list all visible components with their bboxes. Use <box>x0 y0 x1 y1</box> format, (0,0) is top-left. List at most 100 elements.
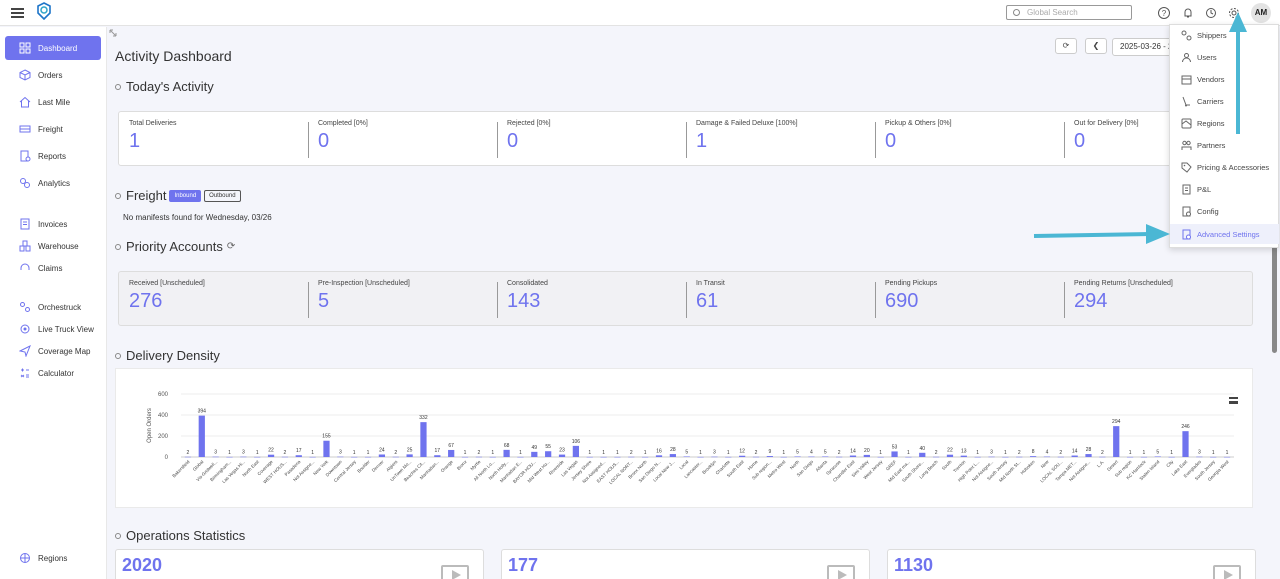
menu-item-vendors[interactable]: Vendors <box>1170 69 1279 89</box>
chart-bar[interactable] <box>545 451 552 457</box>
sidebar-item-regions[interactable]: Regions <box>5 546 101 570</box>
chart-bar[interactable] <box>1029 456 1037 457</box>
chart-bar[interactable] <box>572 445 579 457</box>
chart-bar[interactable] <box>1099 456 1106 458</box>
chart-bar[interactable] <box>669 454 676 457</box>
help-icon[interactable]: ? <box>1158 7 1170 19</box>
sidebar-item-orchestruck[interactable]: Orchestruck <box>5 295 101 319</box>
chart-bar[interactable] <box>406 454 413 457</box>
chart-bar[interactable] <box>184 456 192 458</box>
chart-bar[interactable] <box>766 456 773 457</box>
chart-bar[interactable] <box>240 456 247 458</box>
chart-bar[interactable] <box>1085 454 1092 457</box>
global-search-input[interactable]: Global Search <box>1006 5 1132 20</box>
chart-bar[interactable] <box>988 456 995 458</box>
chart-bar[interactable] <box>642 456 649 458</box>
chart-bar[interactable] <box>1154 456 1161 457</box>
chart-bar[interactable] <box>946 454 954 457</box>
chart-bar[interactable] <box>1182 431 1189 457</box>
chart-bar[interactable] <box>849 455 857 457</box>
chart-bar[interactable] <box>697 456 704 458</box>
chart-bar[interactable] <box>226 456 233 458</box>
scrollbar-thumb[interactable] <box>1272 245 1277 353</box>
chart-bar[interactable] <box>863 454 870 457</box>
chart-bar[interactable] <box>503 449 510 457</box>
chart-bar[interactable] <box>891 451 898 457</box>
previous-date-button[interactable]: ❮ <box>1085 38 1107 54</box>
chart-bar[interactable] <box>683 456 690 457</box>
chart-bar[interactable] <box>1223 456 1231 458</box>
chart-bar[interactable] <box>932 456 940 458</box>
user-avatar[interactable]: AM <box>1251 3 1271 23</box>
chart-bar[interactable] <box>600 456 607 458</box>
menu-item-regions[interactable]: Regions <box>1170 113 1279 133</box>
chart-bar[interactable] <box>1210 456 1217 458</box>
chart-bar[interactable] <box>614 456 621 458</box>
sidebar-item-freight[interactable]: Freight <box>5 117 101 141</box>
chart-bar[interactable] <box>1140 456 1148 458</box>
sidebar-item-warehouse[interactable]: Warehouse <box>5 234 101 258</box>
chart-bar[interactable] <box>780 456 787 458</box>
chart-bar[interactable] <box>378 454 386 457</box>
chart-bar[interactable] <box>461 456 469 458</box>
bell-icon[interactable] <box>1182 7 1194 19</box>
chart-bar[interactable] <box>1196 456 1203 458</box>
chart-bar[interactable] <box>420 422 427 457</box>
chart-bar[interactable] <box>1126 456 1134 458</box>
sidebar-item-invoices[interactable]: Invoices <box>5 212 101 236</box>
chart-bar[interactable] <box>628 456 635 458</box>
collapse-sidebar-icon[interactable] <box>109 29 117 37</box>
chart-bar[interactable] <box>448 449 455 457</box>
menu-item-shippers[interactable]: Shippers <box>1170 25 1279 45</box>
chart-bar[interactable] <box>364 456 372 458</box>
play-icon[interactable] <box>1213 565 1241 579</box>
menu-item-partners[interactable]: Partners <box>1170 135 1279 155</box>
chart-bar[interactable] <box>434 455 441 457</box>
menu-item-config[interactable]: Config <box>1170 201 1279 221</box>
play-icon[interactable] <box>441 565 469 579</box>
chart-bar[interactable] <box>337 456 344 458</box>
outbound-toggle[interactable]: Outbound <box>204 189 241 202</box>
chart-bar[interactable] <box>974 456 981 458</box>
refresh-icon[interactable]: ⟳ <box>227 241 235 252</box>
chart-bar[interactable] <box>489 456 496 458</box>
chart-bar[interactable] <box>351 456 358 458</box>
chart-menu-icon[interactable] <box>1229 397 1238 404</box>
chart-bar[interactable] <box>1071 455 1078 457</box>
chart-bar[interactable] <box>919 452 926 457</box>
menu-item-users[interactable]: Users <box>1170 47 1279 67</box>
sidebar-item-calculator[interactable]: Calculator <box>5 361 101 385</box>
chart-bar[interactable] <box>794 456 801 457</box>
menu-item-pricing-accessories[interactable]: Pricing & Accessories <box>1170 157 1279 177</box>
refresh-button[interactable]: ⟳ <box>1055 38 1077 54</box>
chart-bar[interactable] <box>1016 456 1023 458</box>
app-logo-icon[interactable] <box>36 2 52 20</box>
chart-bar[interactable] <box>808 456 815 458</box>
chart-bar[interactable] <box>822 456 829 457</box>
chart-bar[interactable] <box>212 456 219 458</box>
play-icon[interactable] <box>827 565 855 579</box>
date-range-picker[interactable]: 2025-03-26 - 2 <box>1112 38 1172 56</box>
chart-bar[interactable] <box>281 456 289 458</box>
chart-bar[interactable] <box>475 456 483 458</box>
chart-bar[interactable] <box>267 454 275 457</box>
chart-bar[interactable] <box>323 440 330 457</box>
chart-bar[interactable] <box>1002 456 1009 458</box>
history-icon[interactable] <box>1205 7 1217 19</box>
chart-bar[interactable] <box>198 415 205 457</box>
chart-bar[interactable] <box>960 455 967 457</box>
sidebar-item-coverage-map[interactable]: Coverage Map <box>5 339 101 363</box>
chart-bar[interactable] <box>586 456 593 458</box>
chart-bar[interactable] <box>905 456 912 458</box>
chart-bar[interactable] <box>655 455 663 457</box>
chart-bar[interactable] <box>1057 456 1064 458</box>
chart-bar[interactable] <box>752 456 760 458</box>
chart-bar[interactable] <box>1113 426 1120 457</box>
chart-bar[interactable] <box>836 456 843 458</box>
sidebar-item-claims[interactable]: Claims <box>5 256 101 280</box>
menu-item-pnl[interactable]: P&L <box>1170 179 1279 199</box>
menu-item-carriers[interactable]: Carriers <box>1170 91 1279 111</box>
chart-bar[interactable] <box>711 456 718 458</box>
chart-bar[interactable] <box>531 451 538 457</box>
chart-bar[interactable] <box>877 456 884 458</box>
